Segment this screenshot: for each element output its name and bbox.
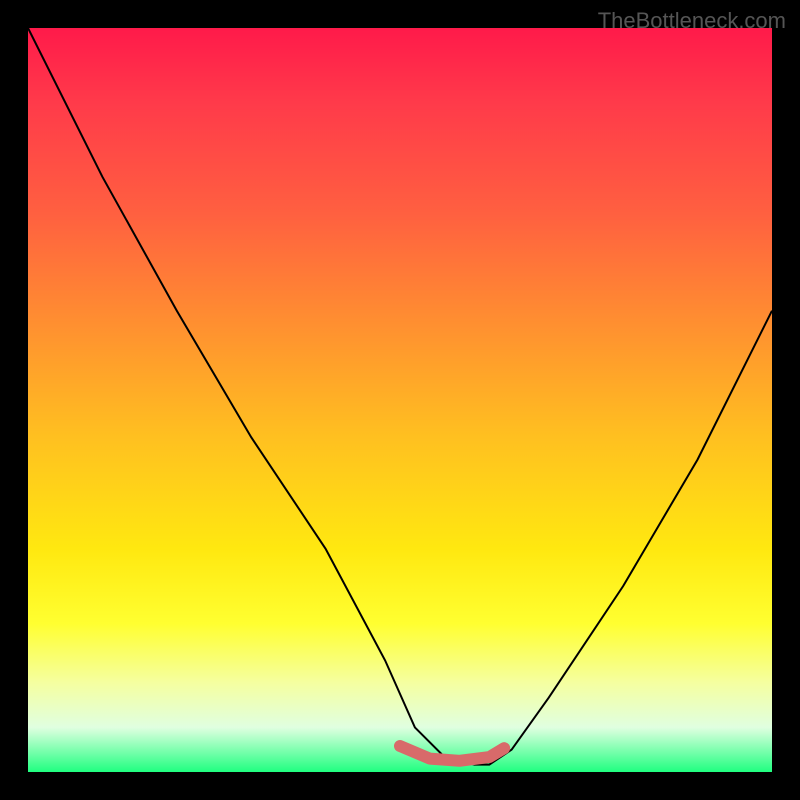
chart-area	[28, 28, 772, 772]
watermark-text: TheBottleneck.com	[598, 8, 786, 34]
optimal-zone-path	[400, 746, 504, 761]
chart-svg	[28, 28, 772, 772]
bottleneck-curve-path	[28, 28, 772, 765]
